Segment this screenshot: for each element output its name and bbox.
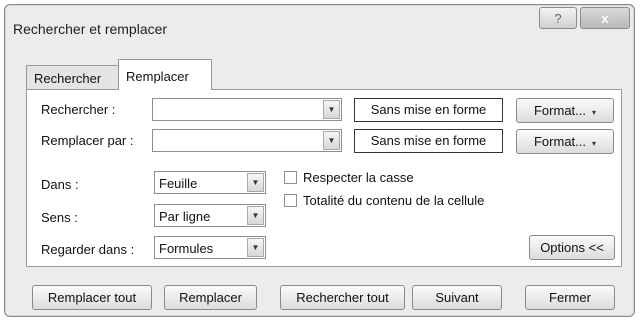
find-format-label: Format...: [533, 103, 586, 118]
replace-format-preview: Sans mise en forme: [354, 129, 503, 153]
replace-format-label: Format...: [533, 134, 586, 149]
entire-cell-checkbox[interactable]: [284, 194, 297, 207]
search-direction-select[interactable]: Par ligne ▼: [154, 204, 266, 227]
title-bar: Rechercher et remplacer ? x: [5, 5, 634, 47]
options-toggle-button[interactable]: Options <<: [529, 235, 615, 260]
dialog-title: Rechercher et remplacer: [13, 21, 168, 37]
chevron-down-icon: ▾: [592, 139, 597, 148]
replace-dropdown-arrow-icon[interactable]: ▼: [323, 131, 340, 150]
find-dropdown-arrow-icon[interactable]: ▼: [323, 100, 340, 119]
replace-button[interactable]: Remplacer: [164, 285, 257, 310]
find-format-button[interactable]: Format... ▾: [516, 98, 614, 123]
look-in-select[interactable]: Formules ▼: [154, 236, 266, 259]
search-direction-value: Par ligne: [159, 209, 211, 224]
within-dropdown-arrow-icon[interactable]: ▼: [247, 173, 264, 192]
replace-format-button[interactable]: Format... ▾: [516, 129, 614, 154]
replace-label: Remplacer par :: [41, 133, 134, 148]
within-value: Feuille: [159, 176, 198, 191]
search-dropdown-arrow-icon[interactable]: ▼: [247, 206, 264, 225]
close-window-button[interactable]: x: [580, 7, 630, 29]
fermer-button[interactable]: Fermer: [525, 285, 615, 310]
help-button[interactable]: ?: [539, 7, 577, 29]
replace-panel: Rechercher : ▼ Sans mise en forme Format…: [26, 89, 622, 267]
match-case-label[interactable]: Respecter la casse: [303, 170, 414, 185]
replace-all-button[interactable]: Remplacer tout: [32, 285, 152, 310]
look-in-dropdown-arrow-icon[interactable]: ▼: [247, 238, 264, 257]
within-label: Dans :: [41, 177, 79, 192]
entire-cell-label[interactable]: Totalité du contenu de la cellule: [303, 193, 484, 208]
find-format-preview: Sans mise en forme: [354, 98, 503, 122]
find-next-button[interactable]: Suivant: [412, 285, 502, 310]
tab-remplacer[interactable]: Remplacer: [118, 59, 212, 90]
replace-input[interactable]: ▼: [152, 129, 342, 152]
within-select[interactable]: Feuille ▼: [154, 171, 266, 194]
find-label: Rechercher :: [41, 102, 116, 117]
find-all-button[interactable]: Rechercher tout: [280, 285, 405, 310]
look-in-label: Regarder dans :: [41, 242, 135, 257]
help-icon: ?: [554, 10, 562, 26]
close-icon: x: [601, 10, 609, 26]
dialog-footer: Remplacer tout Remplacer Rechercher tout…: [5, 268, 634, 318]
tab-rechercher[interactable]: Rechercher: [26, 65, 119, 90]
search-direction-label: Sens :: [41, 210, 78, 225]
find-input[interactable]: ▼: [152, 98, 342, 121]
match-case-checkbox[interactable]: [284, 171, 297, 184]
find-replace-dialog: Rechercher et remplacer ? x Rechercher R…: [4, 4, 635, 317]
look-in-value: Formules: [159, 241, 214, 256]
tab-label: Rechercher: [34, 71, 102, 86]
chevron-down-icon: ▾: [592, 108, 597, 117]
tab-label: Remplacer: [126, 69, 189, 84]
